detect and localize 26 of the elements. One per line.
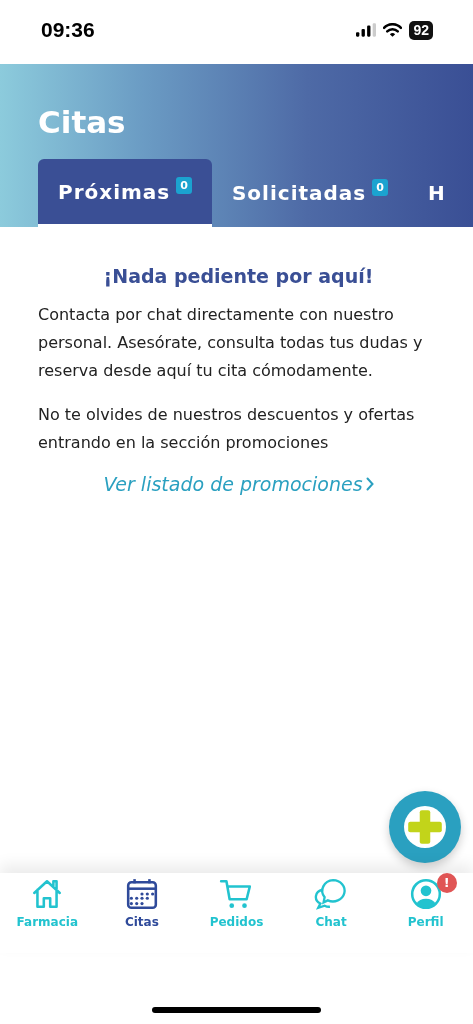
profile-icon bbox=[408, 877, 443, 911]
page-title: Citas bbox=[37, 104, 127, 140]
promotions-link[interactable]: Ver listado de promociones bbox=[103, 473, 374, 495]
nav-item[interactable]: Chat bbox=[291, 877, 372, 953]
cart-icon bbox=[219, 877, 254, 911]
nav-item[interactable]: Pedidos bbox=[196, 877, 277, 953]
chevron-icon bbox=[365, 477, 374, 491]
tab[interactable]: Próximas 0 bbox=[38, 159, 212, 227]
empty-heading: ¡Nada pediente por aquí! bbox=[102, 265, 375, 287]
clock-time: 09:36 bbox=[41, 18, 95, 42]
count-badge: 0 bbox=[372, 178, 388, 196]
paragraph: Contacta por chat directamente con nuestro personal. Asesórate, consulta todas tus dudas y reserva desde aquí tu cita cómodamente. bbox=[38, 304, 424, 382]
wifi-icon bbox=[383, 23, 403, 37]
chat-icon bbox=[314, 877, 349, 911]
calendar-icon bbox=[124, 877, 159, 911]
battery-indicator: 92 bbox=[409, 20, 433, 40]
nav-item[interactable]: Citas bbox=[101, 877, 182, 953]
alert-badge: ! bbox=[436, 873, 457, 893]
tab[interactable]: Solicitadas 0 bbox=[211, 159, 408, 227]
add-button[interactable] bbox=[389, 791, 461, 863]
paragraph: No te olvides de nuestros descuentos y ofertas entrando en la sección promociones bbox=[38, 404, 416, 454]
nav-item[interactable]: Farmacia bbox=[7, 877, 88, 953]
tab[interactable]: H bbox=[407, 159, 466, 227]
signal-icon bbox=[356, 23, 377, 37]
plus-icon bbox=[404, 806, 446, 848]
count-badge: 0 bbox=[176, 177, 192, 194]
